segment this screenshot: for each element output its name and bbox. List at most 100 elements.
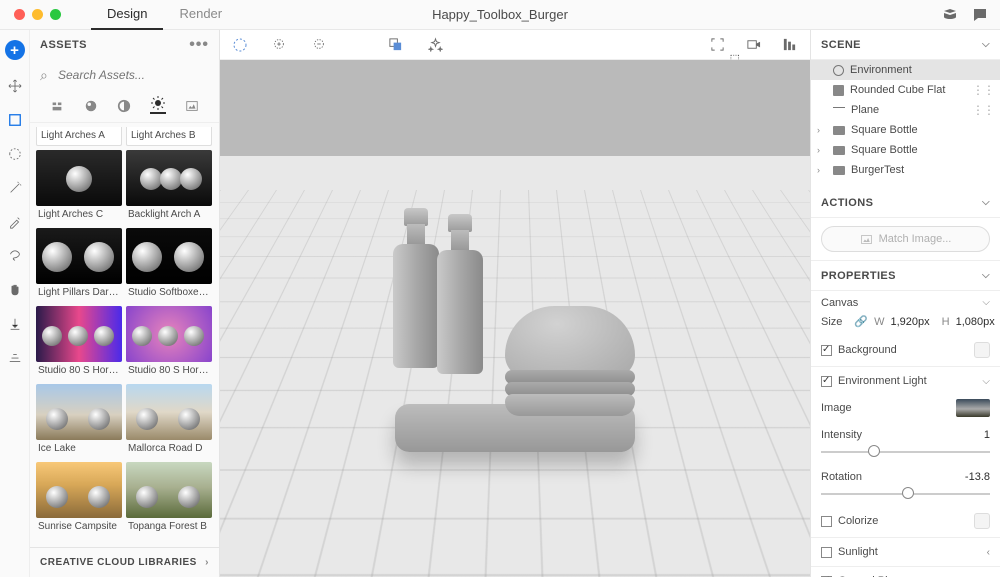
snap-icon[interactable] [388,37,404,53]
lights-tab-icon[interactable] [150,98,166,114]
env-light-checkbox[interactable] [821,376,832,387]
perspective-tool-icon[interactable] [7,350,23,366]
wand-tool-icon[interactable] [7,180,23,196]
actions-title: ACTIONS [821,197,873,209]
background-color-swatch[interactable] [974,342,990,358]
chevron-left-icon[interactable]: ‹ [987,547,990,558]
chat-icon[interactable] [972,7,988,23]
match-image-button[interactable]: Match Image... [821,226,990,252]
scene-item-rounded-cube[interactable]: Rounded Cube Flat ⋮⋮ [811,80,1000,100]
asset-item[interactable]: Topanga Forest B [126,462,212,536]
asset-label: Light Arches A [36,127,122,146]
asset-item[interactable]: Light Arches B [126,127,212,146]
learn-icon[interactable] [942,7,958,23]
properties-header[interactable]: PROPERTIES ⌵ [811,261,1000,291]
asset-item[interactable]: Mallorca Road D [126,384,212,458]
link-dimensions-icon[interactable]: 🔗 [854,315,868,328]
intensity-row: Intensity 1 [811,423,1000,441]
item-options-icon[interactable]: ⋮⋮ [972,83,994,97]
models-tab-icon[interactable] [49,98,65,114]
rotation-value[interactable]: -13.8 [965,471,990,483]
intensity-slider[interactable] [821,443,990,461]
sunlight-checkbox[interactable] [821,547,832,558]
intensity-value[interactable]: 1 [984,429,990,441]
marquee-select-icon[interactable] [232,37,248,53]
width-value[interactable]: 1,920px [891,316,930,328]
height-value[interactable]: 1,080px [956,316,995,328]
scene-item-label: Rounded Cube Flat [850,84,945,96]
viewport-toolbar: ⬚↖ [220,30,810,60]
assets-more-icon[interactable]: ••• [189,36,209,54]
chevron-down-icon[interactable]: ⌵ [982,376,990,387]
actions-header[interactable]: ACTIONS ⌵ [811,188,1000,218]
asset-item[interactable]: Studio 80 S Horro... [126,306,212,380]
scene-item-square-bottle[interactable]: ›Square Bottle [811,120,1000,140]
scene-item-plane[interactable]: Plane ⋮⋮ [811,100,1000,120]
env-image-thumb[interactable] [956,399,990,417]
asset-item[interactable]: Light Pillars Dark A [36,228,122,302]
lasso-tool-icon[interactable] [7,248,23,264]
asset-item[interactable]: Light Arches A [36,127,122,146]
scene-item-label: BurgerTest [851,164,904,176]
asset-item[interactable]: Studio 80 S Horro... [36,306,122,380]
eyedropper-tool-icon[interactable] [7,214,23,230]
maximize-window[interactable] [50,9,61,20]
asset-item[interactable]: Backlight Arch A [126,150,212,224]
asset-item[interactable]: Sunrise Campsite [36,462,122,536]
scene-item-label: Plane [851,104,879,116]
scene-header[interactable]: SCENE ⌵ [811,30,1000,60]
search-input[interactable] [40,64,209,86]
rotate-tool-icon[interactable] [7,146,23,162]
asset-item[interactable]: Ice Lake [36,384,122,458]
colorize-checkbox[interactable] [821,516,832,527]
plane-icon [833,107,845,113]
tab-render[interactable]: Render [163,0,238,30]
materials-tab-icon[interactable] [83,98,99,114]
canvas-label: Canvas [821,297,858,309]
asset-label: Backlight Arch A [126,206,212,224]
background-checkbox[interactable] [821,345,832,356]
scene-item-environment[interactable]: Environment [811,60,1000,80]
document-title: Happy_Toolbox_Burger [432,7,568,22]
scene-item-burgertest[interactable]: › BurgerTest [811,160,1000,180]
render-settings-icon[interactable] [782,37,798,53]
rotation-slider[interactable] [821,485,990,503]
chevron-down-icon: ⌵ [982,197,990,208]
frame-view-icon[interactable] [710,37,726,53]
colorize-row: Colorize [811,507,1000,535]
assets-title: ASSETS [40,39,87,51]
images-tab-icon[interactable] [184,98,200,114]
move-tool-icon[interactable] [7,78,23,94]
asset-item[interactable]: Studio Softboxes ... [126,228,212,302]
add-selection-icon[interactable] [272,37,288,53]
ground-plane-row: Ground Plane ‹ [811,569,1000,577]
close-window[interactable] [14,9,25,20]
minimize-window[interactable] [32,9,43,20]
colorize-swatch[interactable] [974,513,990,529]
rotation-label: Rotation [821,471,862,483]
camera-view-icon[interactable] [746,37,762,53]
tab-design[interactable]: Design [91,0,163,30]
subtract-selection-icon[interactable] [312,37,328,53]
item-options-icon[interactable]: ⋮⋮ [972,103,994,117]
3d-viewport[interactable] [220,60,810,577]
select-tool-icon[interactable] [7,112,23,128]
cc-libraries-toggle[interactable]: CREATIVE CLOUD LIBRARIES › [30,547,219,577]
hand-tool-icon[interactable] [7,282,23,298]
cc-libraries-label: CREATIVE CLOUD LIBRARIES [40,557,197,568]
folder-icon [833,146,845,155]
asset-item[interactable]: Light Arches C [36,150,122,224]
match-image-label: Match Image... [879,233,952,245]
ground-tool-icon[interactable] [7,316,23,332]
cube-icon [833,85,844,96]
expand-icon[interactable]: › [817,145,820,155]
expand-icon[interactable]: › [817,125,820,135]
canvas-section[interactable]: Canvas⌵ [811,291,1000,311]
expand-icon[interactable]: › [817,165,820,175]
effects-icon[interactable] [428,37,444,53]
scene-item-square-bottle-2[interactable]: ›Square Bottle [811,140,1000,160]
intensity-label: Intensity [821,429,862,441]
shapes-tab-icon[interactable] [116,98,132,114]
size-row: Size 🔗 W 1,920px H 1,080px [811,311,1000,336]
add-button[interactable]: + [5,40,25,60]
